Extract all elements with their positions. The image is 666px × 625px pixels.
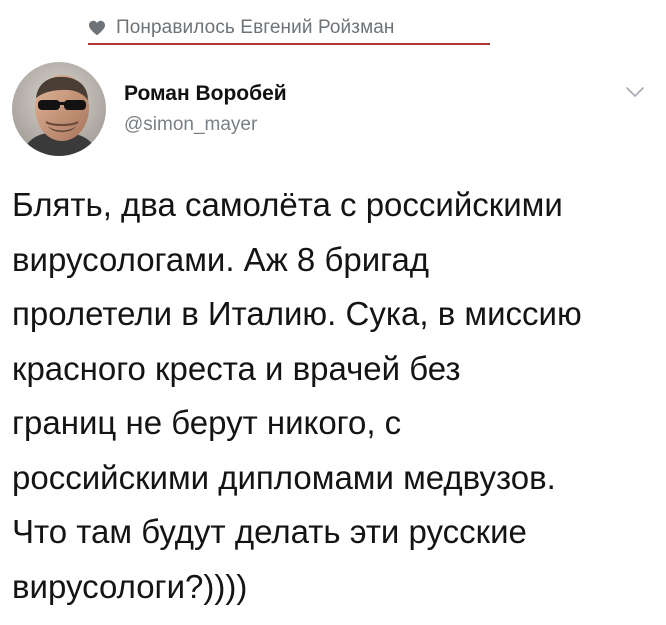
author-handle[interactable]: @simon_mayer: [124, 114, 257, 136]
tweet-line: красного креста и врачей без: [12, 349, 461, 387]
author-name[interactable]: Роман Воробей: [124, 82, 287, 106]
tweet-line: вирусологами. Аж 8 бригад: [12, 240, 430, 278]
tweet-line: вирусологи?)))): [12, 567, 248, 605]
tweet-line: границ не берут никого, с: [12, 404, 402, 441]
heart-icon: [89, 20, 105, 36]
chevron-down-icon[interactable]: [626, 86, 644, 98]
liked-by-bar[interactable]: Понравилось Евгений Ройзман: [88, 14, 395, 42]
tweet-line: Что там будут делать эти русские: [12, 513, 527, 550]
liked-by-text[interactable]: Понравилось Евгений Ройзман: [116, 17, 395, 39]
tweet-text: Блять, два самолёта с российскими вирусо…: [12, 178, 662, 614]
avatar[interactable]: [12, 62, 106, 156]
liked-by-underline: [88, 43, 490, 45]
avatar-photo: [12, 62, 106, 156]
tweet-line: пролетели в Италию. Сука, в миссию: [12, 295, 582, 332]
tweet-line: Блять, два самолёта с российскими: [12, 186, 563, 223]
tweet-line: российскими дипломами медвузов.: [12, 458, 556, 496]
